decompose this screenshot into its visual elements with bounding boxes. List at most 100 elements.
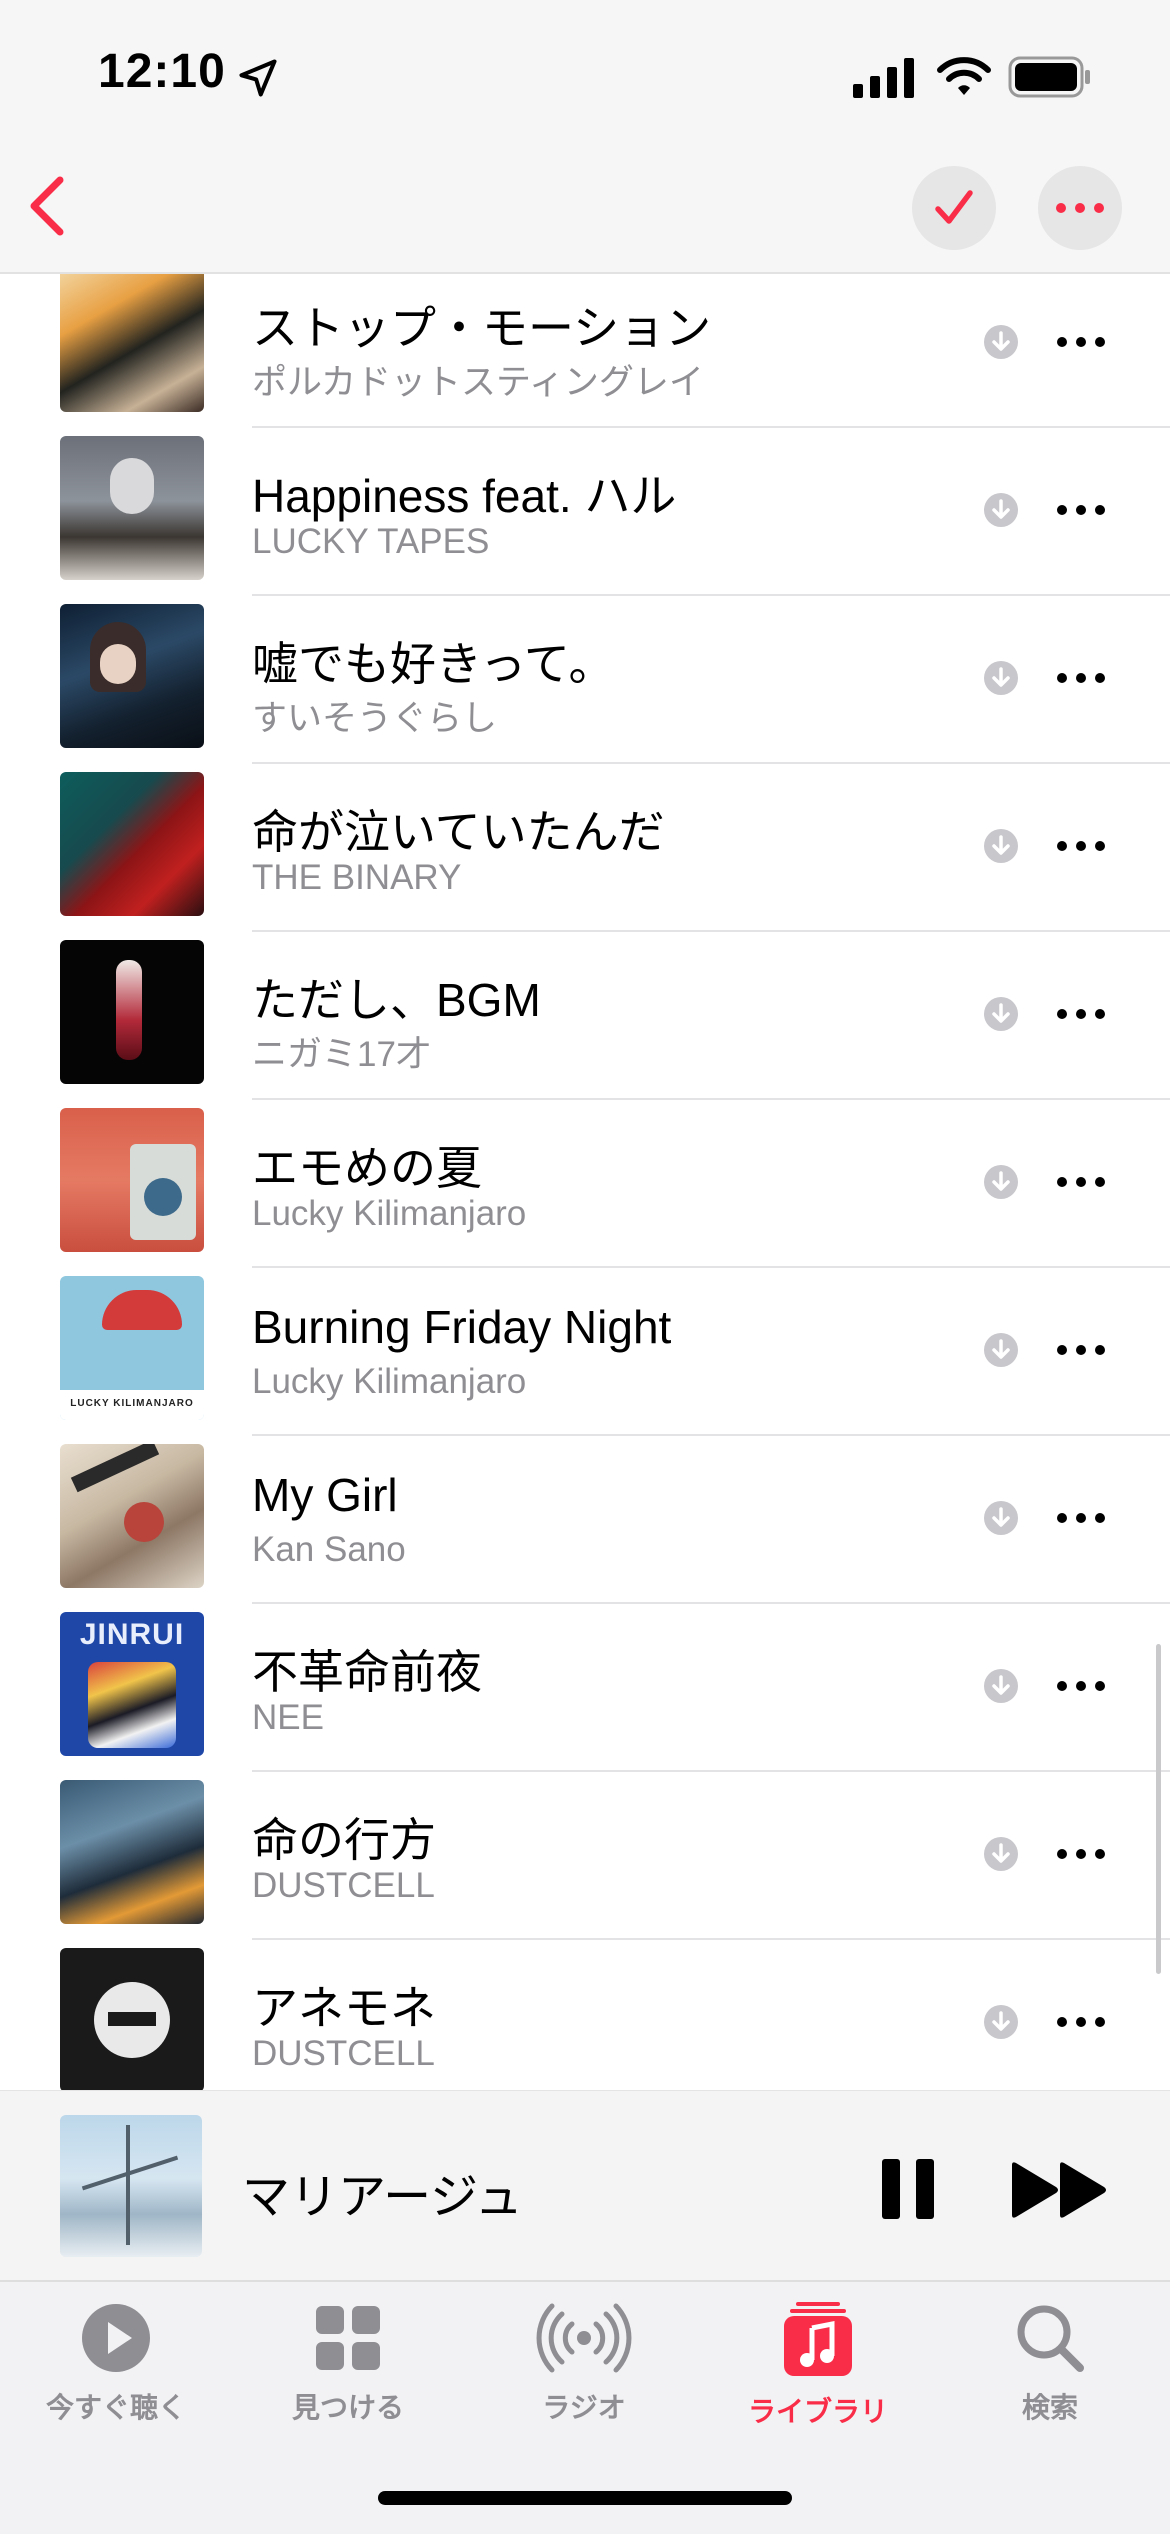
download-icon[interactable] [983,1500,1019,1536]
cellular-signal-icon [853,58,914,98]
download-icon[interactable] [983,660,1019,696]
download-icon[interactable] [983,1332,1019,1368]
tab-label: 検索 [1021,2392,1078,2423]
download-icon[interactable] [983,1164,1019,1200]
tab-listen-now[interactable]: 今すぐ聴く [16,2302,216,2442]
wifi-icon [937,57,991,95]
song-title: ストップ・モーション [252,302,712,354]
song-artist: Lucky Kilimanjaro [252,1194,527,1233]
download-icon[interactable] [983,2004,1019,2040]
download-icon[interactable] [983,492,1019,528]
song-title: 命が泣いていたんだ [252,806,665,858]
song-artist: DUSTCELL [252,2034,435,2073]
ellipsis-icon [1056,203,1104,213]
tab-label: 見つける [291,2392,404,2423]
album-art-text: JINRUI [79,1618,185,1651]
more-options-button[interactable] [1038,166,1122,250]
row-more-button[interactable] [1056,1168,1106,1196]
back-button[interactable] [18,170,82,242]
song-artist: THE BINARY [252,858,462,897]
battery-icon [1008,56,1090,98]
radio-waves-icon [536,2303,632,2373]
song-row[interactable]: 命の行方 DUSTCELL [0,1772,1170,1940]
album-art-text: LUCKY KILIMANJARO [70,1398,194,1409]
now-playing-art [60,2115,202,2257]
album-art [60,1444,204,1588]
mini-player[interactable]: マリアージュ [0,2090,1170,2281]
album-art [60,1948,204,2092]
song-artist: Kan Sano [252,1530,406,1569]
tab-label: ライブラリ [747,2396,888,2427]
album-art [60,1108,204,1252]
tab-label: 今すぐ聴く [45,2392,186,2423]
row-more-button[interactable] [1056,832,1106,860]
album-art [60,604,204,748]
album-art [60,436,204,580]
album-art [60,940,204,1084]
song-title: ただし、BGM [252,974,541,1026]
song-title: My Girl [252,1469,398,1521]
album-art [60,772,204,916]
song-artist: ポルカドットスティングレイ [252,363,704,402]
song-title: 嘘でも好きって。 [252,638,615,690]
song-title: 不革命前夜 [252,1646,482,1698]
song-artist: LUCKY TAPES [252,522,490,561]
tab-label: ラジオ [542,2392,626,2423]
edit-done-button[interactable] [912,166,996,250]
song-row[interactable]: My Girl Kan Sano [0,1436,1170,1604]
album-art [60,1780,204,1924]
song-row[interactable]: 命が泣いていたんだ THE BINARY [0,764,1170,932]
search-icon [1017,2305,1084,2372]
album-art: JINRUI [60,1612,204,1756]
album-art [60,268,204,412]
tab-radio[interactable]: ラジオ [484,2302,684,2442]
song-row[interactable]: ストップ・モーション ポルカドットスティングレイ [0,260,1170,428]
tab-library[interactable]: ライブラリ [718,2302,918,2442]
play-circle-icon [82,2304,150,2372]
now-playing-title: マリアージュ [242,2171,523,2224]
song-title: アネモネ [252,1982,436,2034]
download-icon[interactable] [983,828,1019,864]
song-artist: NEE [252,1698,324,1737]
row-more-button[interactable] [1056,2008,1106,2036]
song-artist: すいそうぐらし [252,699,498,738]
song-title: Burning Friday Night [252,1301,672,1353]
song-artist: Lucky Kilimanjaro [252,1362,527,1401]
song-title: 命の行方 [252,1814,436,1866]
song-row[interactable]: JINRUI 不革命前夜 NEE [0,1604,1170,1772]
song-row[interactable]: エモめの夏 Lucky Kilimanjaro [0,1100,1170,1268]
song-artist: ニガミ17才 [252,1035,431,1074]
song-title: Happiness feat. ハル [252,470,677,522]
row-more-button[interactable] [1056,1840,1106,1868]
scroll-indicator[interactable] [1156,1644,1161,1974]
checkmark-icon [935,190,973,224]
next-track-button[interactable] [1010,2161,1110,2219]
song-row[interactable]: 嘘でも好きって。 すいそうぐらし [0,596,1170,764]
row-more-button[interactable] [1056,1336,1106,1364]
tab-search[interactable]: 検索 [950,2302,1150,2442]
music-library-icon [784,2302,852,2376]
download-icon[interactable] [983,324,1019,360]
row-more-button[interactable] [1056,328,1106,356]
song-title: エモめの夏 [252,1142,482,1194]
download-icon[interactable] [983,996,1019,1032]
album-art: LUCKY KILIMANJARO [60,1276,204,1420]
row-more-button[interactable] [1056,664,1106,692]
home-indicator[interactable] [378,2491,792,2505]
row-more-button[interactable] [1056,1672,1106,1700]
download-icon[interactable] [983,1836,1019,1872]
tab-browse[interactable]: 見つける [248,2302,448,2442]
song-row[interactable]: ただし、BGM ニガミ17才 [0,932,1170,1100]
header-bar: 12:10 [0,0,1170,274]
song-row[interactable]: Happiness feat. ハル LUCKY TAPES [0,428,1170,596]
status-time: 12:10 [98,45,226,98]
row-more-button[interactable] [1056,1000,1106,1028]
row-more-button[interactable] [1056,1504,1106,1532]
song-row[interactable]: アネモネ DUSTCELL [0,1940,1170,2108]
download-icon[interactable] [983,1668,1019,1704]
row-more-button[interactable] [1056,496,1106,524]
song-artist: DUSTCELL [252,1866,435,1905]
song-row[interactable]: LUCKY KILIMANJARO Burning Friday Night L… [0,1268,1170,1436]
pause-button[interactable] [878,2157,938,2221]
grid-icon [316,2306,380,2370]
